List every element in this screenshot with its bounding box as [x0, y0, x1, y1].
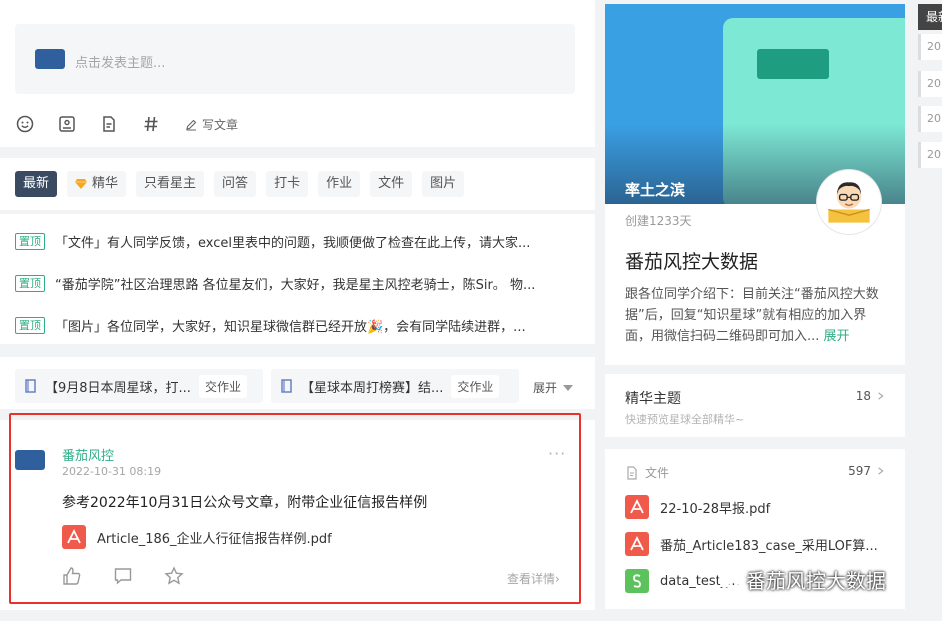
write-article-button[interactable]: 写文章 [185, 116, 238, 133]
composer-toolbar: 写文章 [15, 114, 238, 134]
tab-homework[interactable]: 作业 [318, 171, 361, 197]
featured-subtitle: 快速预览星球全部精华~ [625, 413, 745, 426]
account-watermark: 番茄风控大数据 [718, 565, 886, 594]
file-icon [627, 465, 637, 480]
expand-description-link[interactable]: 展开 [824, 329, 850, 344]
expand-button[interactable]: 展开 [533, 379, 573, 396]
composer-placeholder: 点击发表主题... [75, 56, 166, 71]
group-info-card: 率土之滨 创建1233天 番茄风控大数据 跟各位同学介绍下：目前关注“番茄风控大… [605, 4, 905, 365]
tab-checkin[interactable]: 打卡 [266, 171, 309, 197]
submit-homework-button[interactable]: 交作业 [198, 374, 247, 398]
diamond-icon [75, 179, 88, 189]
owner-name[interactable]: 率土之滨 [625, 179, 685, 200]
file-icon[interactable] [99, 114, 119, 134]
image-icon[interactable] [57, 114, 77, 134]
pinned-text: 「文件」有人同学反馈，excel里表中的问题，我顺便做了检查在此上传，请大家..… [55, 236, 531, 251]
featured-count: 18 [856, 389, 885, 403]
post-author[interactable]: 番茄风控 [62, 445, 114, 464]
attachment-name: Article_186_企业人行征信报告样例.pdf [97, 531, 332, 547]
timeline-item[interactable]: 20 [918, 106, 942, 132]
file-item[interactable]: 22-10-28早报.pdf [625, 495, 885, 519]
files-title: 文件 [645, 466, 670, 480]
composer-input[interactable]: 点击发表主题... [15, 24, 575, 94]
chevron-right-icon [878, 392, 884, 400]
caret-down-icon [563, 384, 573, 391]
assignment-item[interactable]: 【9月8日本周星球，打... 交作业 [15, 369, 263, 403]
files-count[interactable]: 597 [848, 464, 885, 478]
post-attachment[interactable]: Article_186_企业人行征信报告样例.pdf [62, 525, 332, 549]
tab-latest[interactable]: 最新 [15, 171, 58, 197]
view-detail-label: 查看详情 [507, 572, 556, 586]
tab-featured[interactable]: 精华 [67, 171, 127, 197]
pinned-item[interactable]: 置顶 “番茄学院”社区治理思路 各位星友们，大家好，我是星主风控老骑士，陈Sir… [15, 274, 565, 293]
cover-rect [757, 49, 829, 79]
timeline-item[interactable]: 20 [918, 142, 942, 168]
chevron-right-icon [878, 467, 884, 475]
pdf-icon [625, 495, 649, 519]
spreadsheet-icon [625, 569, 649, 593]
timeline-head[interactable]: 最新 [918, 4, 942, 30]
group-description: 跟各位同学介绍下：目前关注“番茄风控大数据”后，回复“知识星球”就有相应的加入界… [625, 284, 890, 347]
avatar [35, 49, 65, 69]
post-composer: 点击发表主题... 写文章 [0, 0, 595, 147]
featured-title: 精华主题 [625, 391, 681, 407]
book-icon [25, 379, 36, 393]
timeline-item[interactable]: 20 [918, 71, 942, 97]
owner-avatar[interactable] [817, 170, 881, 234]
post-actions [62, 566, 215, 586]
pinned-item[interactable]: 置顶 「图片」各位同学，大家好，知识星球微信群已经开放🎉，会有同学陆续进群，..… [15, 316, 565, 335]
timeline-item[interactable]: 20 [918, 34, 942, 60]
tab-owner-only[interactable]: 只看星主 [136, 171, 205, 197]
assignment-title: 【星球本周打榜赛】结... [301, 380, 444, 396]
more-options-icon[interactable]: ··· [548, 444, 566, 463]
pdf-icon [625, 532, 649, 556]
pinned-text: 「图片」各位同学，大家好，知识星球微信群已经开放🎉，会有同学陆续进群，... [55, 320, 526, 335]
write-article-label: 写文章 [202, 117, 239, 132]
assignment-title: 【9月8日本周星球，打... [45, 380, 191, 396]
post-date: 2022-10-31 08:19 [62, 465, 162, 478]
created-days: 创建1233天 [625, 214, 692, 228]
like-icon[interactable] [62, 566, 82, 586]
pen-icon [186, 119, 197, 130]
filter-tabs: 最新 精华 只看星主 问答 打卡 作业 文件 图片 [0, 158, 595, 210]
files-count-value: 597 [848, 464, 871, 478]
tab-featured-label: 精华 [92, 176, 119, 191]
cartoon-avatar-icon [828, 182, 870, 223]
emoji-icon[interactable] [15, 114, 35, 134]
book-icon [281, 379, 292, 393]
post-card[interactable]: 番茄风控 2022-10-31 08:19 ··· 参考2022年10月31日公… [0, 420, 595, 610]
group-title: 番茄风控大数据 [625, 251, 759, 273]
pinned-badge: 置顶 [15, 275, 45, 292]
comment-icon[interactable] [113, 566, 133, 586]
featured-count-value: 18 [855, 389, 871, 403]
pinned-badge: 置顶 [15, 233, 45, 250]
star-icon[interactable] [164, 566, 184, 586]
hashtag-icon[interactable] [141, 114, 161, 134]
pinned-list: 置顶 「文件」有人同学反馈，excel里表中的问题，我顺便做了检查在此上传，请大… [0, 214, 595, 344]
tab-files[interactable]: 文件 [370, 171, 413, 197]
assignment-item[interactable]: 【星球本周打榜赛】结... 交作业 [271, 369, 519, 403]
author-avatar[interactable] [15, 450, 45, 470]
pinned-badge: 置顶 [15, 317, 45, 334]
watermark-text: 番茄风控大数据 [746, 569, 886, 593]
pinned-item[interactable]: 置顶 「文件」有人同学反馈，excel里表中的问题，我顺便做了检查在此上传，请大… [15, 232, 565, 251]
view-detail-link[interactable]: 查看详情› [507, 570, 560, 587]
assignment-bar: 【9月8日本周星球，打... 交作业 【星球本周打榜赛】结... 交作业 展开 [0, 357, 595, 409]
expand-label: 展开 [532, 381, 557, 395]
tab-qa[interactable]: 问答 [214, 171, 257, 197]
account-logo-icon [719, 569, 739, 590]
file-name: 番茄_Article183_case_采用LOF算... [660, 538, 878, 554]
post-body: 参考2022年10月31日公众号文章，附带企业征信报告样例 [62, 495, 428, 511]
pinned-text: “番茄学院”社区治理思路 各位星友们，大家好，我是星主风控老骑士，陈Sir。 物… [55, 278, 536, 293]
tab-images[interactable]: 图片 [422, 171, 465, 197]
featured-topics-card[interactable]: 精华主题 快速预览星球全部精华~ 18 [605, 374, 905, 437]
pdf-icon [62, 525, 86, 549]
files-header[interactable]: 文件 [625, 464, 669, 481]
file-item[interactable]: 番茄_Article183_case_采用LOF算... [625, 532, 885, 556]
submit-homework-button[interactable]: 交作业 [451, 374, 500, 398]
timeline-sidebar: 最新 20 20 20 20 [918, 0, 942, 621]
file-name: 22-10-28早报.pdf [660, 501, 771, 517]
